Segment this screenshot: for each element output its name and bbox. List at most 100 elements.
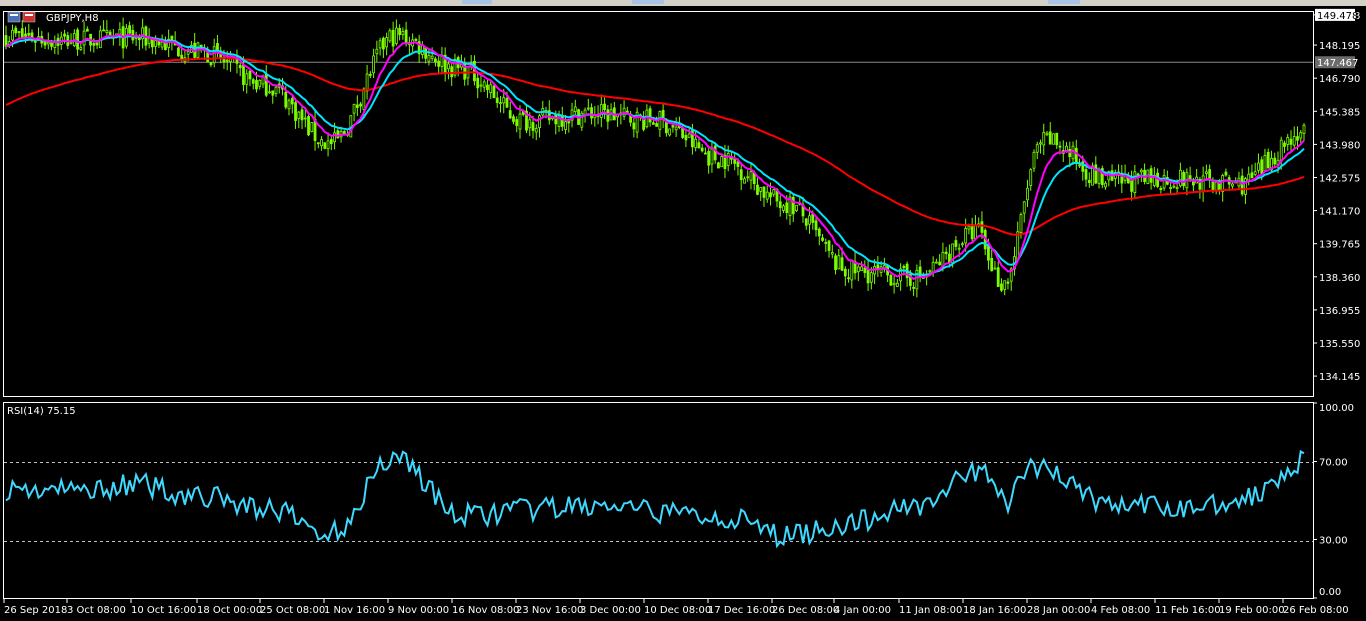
candle-body: [661, 109, 665, 119]
candle-body: [560, 115, 564, 127]
candle-body: [1253, 171, 1257, 175]
top-price-label: 149.478: [1317, 11, 1358, 22]
candle-body: [303, 117, 307, 120]
candle-body: [668, 128, 672, 136]
candle-body: [713, 145, 717, 161]
candle-body: [359, 103, 362, 107]
time-label: 11 Feb 16:00: [1155, 605, 1221, 616]
candle-body: [772, 189, 776, 195]
candle-body: [274, 86, 278, 94]
candle-body: [1078, 164, 1081, 167]
time-label: 11 Jan 08:00: [899, 605, 962, 616]
candle-body: [681, 127, 685, 138]
candle-body: [216, 43, 219, 51]
candle-body: [486, 84, 489, 91]
time-label: 18 Jan 16:00: [963, 605, 1026, 616]
candle-body: [14, 27, 18, 34]
candle-body: [1296, 136, 1299, 141]
candle-body: [82, 30, 86, 46]
candle-body: [954, 240, 958, 247]
candle-body: [79, 47, 83, 50]
candle-body: [310, 122, 314, 133]
candle-body: [17, 31, 21, 33]
rsi-panel-border: [3, 402, 1314, 599]
current-price-label: 147.467: [1317, 58, 1358, 69]
candle-body: [1035, 144, 1039, 153]
candle-body: [717, 162, 720, 169]
candle-body: [1178, 169, 1182, 187]
candle-body: [515, 119, 519, 126]
candle-body: [271, 90, 275, 96]
price-panel-border: [3, 11, 1314, 397]
candle-body: [1006, 281, 1010, 284]
window-icon: [7, 11, 36, 23]
candle-body: [837, 255, 841, 270]
candle-body: [785, 202, 789, 213]
time-label: 10 Dec 08:00: [644, 605, 711, 616]
time-label: 9 Nov 00:00: [388, 605, 449, 616]
candle-body: [300, 109, 304, 121]
candle-body: [368, 73, 372, 76]
candle-body: [489, 84, 493, 93]
candle-body: [238, 64, 242, 69]
candle-body: [307, 116, 310, 136]
candle-body: [817, 228, 821, 237]
candle-body: [372, 55, 376, 74]
candle-body: [1029, 169, 1033, 186]
candle-body: [1084, 169, 1088, 180]
candle-body: [534, 128, 538, 133]
chart-title: GBPJPY,H8: [46, 13, 99, 24]
price-label: 143.980: [1319, 140, 1360, 151]
candle-body: [1247, 173, 1251, 181]
chart-canvas[interactable]: GBPJPY,H8 149.478148.195146.790145.38514…: [0, 0, 1366, 621]
candle-body: [795, 204, 798, 212]
candle-body: [430, 55, 434, 59]
candle-body: [160, 41, 164, 48]
candle-body: [1188, 175, 1192, 180]
candle-body: [1104, 182, 1107, 188]
candle-body: [1279, 139, 1283, 162]
candle-body: [749, 171, 753, 181]
candle-body: [398, 27, 402, 36]
candle-body: [528, 119, 532, 129]
candle-body: [1286, 137, 1290, 145]
candle-body: [268, 91, 271, 94]
candle-body: [186, 51, 190, 55]
time-axis: 26 Sep 2018 3 Oct 08:00 10 Oct 16:00 18 Oct…: [3, 598, 1349, 616]
candle-body: [990, 257, 994, 272]
candle-body: [1172, 185, 1176, 188]
candle-body: [769, 192, 772, 198]
candle-body: [830, 252, 834, 255]
ma-mid-line: [5, 34, 1305, 276]
candle-body: [245, 73, 249, 85]
price-label: 136.955: [1319, 306, 1360, 317]
price-label: 135.550: [1319, 339, 1360, 350]
time-label: 26 Sep 2018: [4, 605, 67, 616]
time-label: 19 Feb 00:00: [1219, 605, 1285, 616]
candle-body: [1205, 171, 1208, 174]
candle-body: [375, 48, 379, 55]
candle-body: [290, 98, 294, 105]
candle-body: [255, 80, 258, 90]
time-label: 4 Jan 00:00: [834, 605, 891, 616]
time-label: 26 Feb 08:00: [1283, 605, 1349, 616]
candle-body: [1302, 124, 1306, 134]
candle-body: [573, 106, 577, 112]
candle-body: [840, 257, 844, 271]
candle-body: [1231, 183, 1234, 187]
candle-body: [414, 38, 418, 41]
time-label: 3 Dec 00:00: [580, 605, 641, 616]
candle-body: [1250, 172, 1254, 179]
candle-body: [352, 103, 356, 114]
candle-body: [401, 31, 405, 35]
candle-body: [811, 213, 815, 223]
candle-body: [603, 103, 606, 111]
time-label: 1 Nov 16:00: [324, 605, 385, 616]
candle-body: [212, 46, 216, 64]
candle-body: [996, 267, 1000, 287]
time-label: 3 Oct 08:00: [67, 605, 126, 616]
candle-body: [76, 29, 79, 50]
candle-body: [700, 147, 704, 152]
candle-body: [394, 27, 398, 44]
candle-body: [694, 138, 698, 148]
